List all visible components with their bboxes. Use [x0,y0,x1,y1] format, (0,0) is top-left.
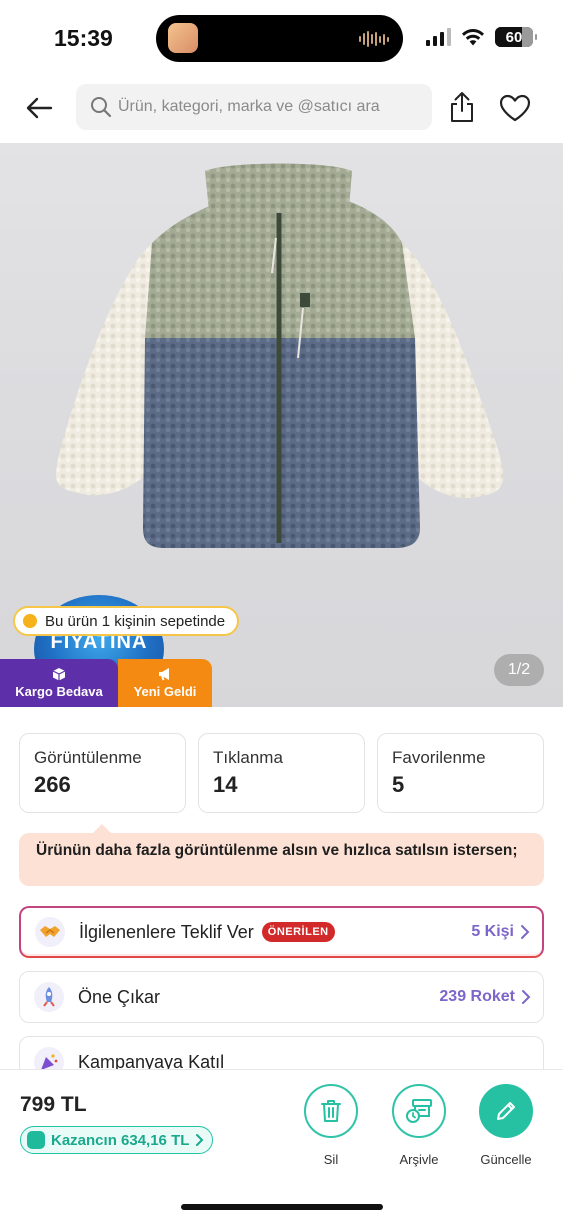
boost-row[interactable]: Öne Çıkar 239 Roket [19,971,544,1023]
stat-label: Tıklanma [213,748,283,767]
share-button[interactable] [446,90,478,124]
favorite-button[interactable] [497,92,533,124]
cart-notice-text: Bu ürün 1 kişinin sepetinde [45,612,226,630]
now-playing-thumbnail [168,23,198,53]
delete-circle [304,1084,358,1138]
back-button[interactable] [22,92,56,124]
make-offer-row[interactable]: İlgilenenlere Teklif Ver ÖNERİLEN 5 Kişi [19,906,544,958]
stat-card-views: Görüntülenme 266 [19,733,186,813]
cellular-signal-icon [426,28,451,46]
image-page-indicator: 1/2 [494,654,544,686]
search-icon [91,97,112,118]
status-bar: 15:39 60 [0,0,563,74]
heart-icon [499,94,531,122]
new-arrival-label: Yeni Geldi [133,684,197,699]
battery-icon: 60 [495,27,537,47]
archive-circle [392,1084,446,1138]
chevron-right-icon [522,990,531,1004]
stat-label: Favorilenme [392,748,486,767]
stat-card-favorites: Favorilenme 5 [377,733,544,813]
rocket-balance: 239 Roket [439,988,515,1005]
bottom-action-bar: 799 TL Kazancın 634,16 TL Sil Arşivle Gü… [0,1069,563,1219]
promotion-tip-text: Ürünün daha fazla görüntülenme alsın ve … [36,842,518,859]
archive-button[interactable]: Arşivle [384,1084,454,1167]
interested-count: 5 Kişi [471,923,514,940]
earnings-pill[interactable]: Kazancın 634,16 TL [20,1126,214,1154]
free-shipping-tag: Kargo Bedava [0,659,118,707]
arrow-left-icon [26,97,53,119]
new-arrival-tag: Yeni Geldi [118,659,212,707]
share-icon [451,92,473,122]
stat-card-clicks: Tıklanma 14 [198,733,365,813]
stat-value: 5 [392,772,405,797]
top-navigation: Ürün, kategori, marka ve @satıcı ara [0,84,563,132]
update-circle [479,1084,533,1138]
battery-level: 60 [505,28,523,46]
delete-button[interactable]: Sil [296,1084,366,1167]
product-image-gallery[interactable]: FIYATINA Bu ürün 1 kişinin sepetinde Kar… [0,143,563,707]
product-stats: Görüntülenme 266 Tıklanma 14 Favorilenme… [19,733,544,813]
cart-notice-badge: Bu ürün 1 kişinin sepetinde [13,606,240,636]
home-indicator[interactable] [181,1204,383,1210]
wifi-icon [462,29,484,46]
archive-icon [406,1099,432,1123]
audio-wave-icon [359,31,389,47]
package-icon [52,668,66,681]
chevron-right-icon [196,1134,204,1146]
stat-value: 266 [34,772,71,797]
make-offer-label: İlgilenenlere Teklif Ver [79,921,254,942]
boost-label: Öne Çıkar [78,986,161,1007]
archive-label: Arşivle [399,1152,439,1167]
trash-icon [321,1100,341,1122]
earnings-text: Kazancın 634,16 TL [51,1131,190,1149]
chevron-right-icon [521,925,530,939]
search-placeholder: Ürün, kategori, marka ve @satıcı ara [118,98,380,115]
product-price: 799 TL [20,1093,87,1116]
update-label: Güncelle [480,1152,532,1167]
basket-icon [23,614,37,628]
wallet-icon [27,1131,45,1149]
recommended-badge: ÖNERİLEN [261,922,335,942]
status-time: 15:39 [54,25,113,51]
stat-label: Görüntülenme [34,748,142,767]
search-input[interactable]: Ürün, kategori, marka ve @satıcı ara [76,84,432,130]
dynamic-island [156,15,403,62]
stat-value: 14 [213,772,238,797]
free-shipping-label: Kargo Bedava [15,684,103,699]
delete-label: Sil [323,1152,339,1167]
update-button[interactable]: Güncelle [471,1084,541,1167]
pencil-icon [497,1102,515,1120]
megaphone-icon [159,668,169,681]
handshake-icon [35,917,65,947]
rocket-icon [34,982,64,1012]
status-indicators: 60 [426,27,537,47]
promotion-tip: Ürünün daha fazla görüntülenme alsın ve … [19,833,544,886]
